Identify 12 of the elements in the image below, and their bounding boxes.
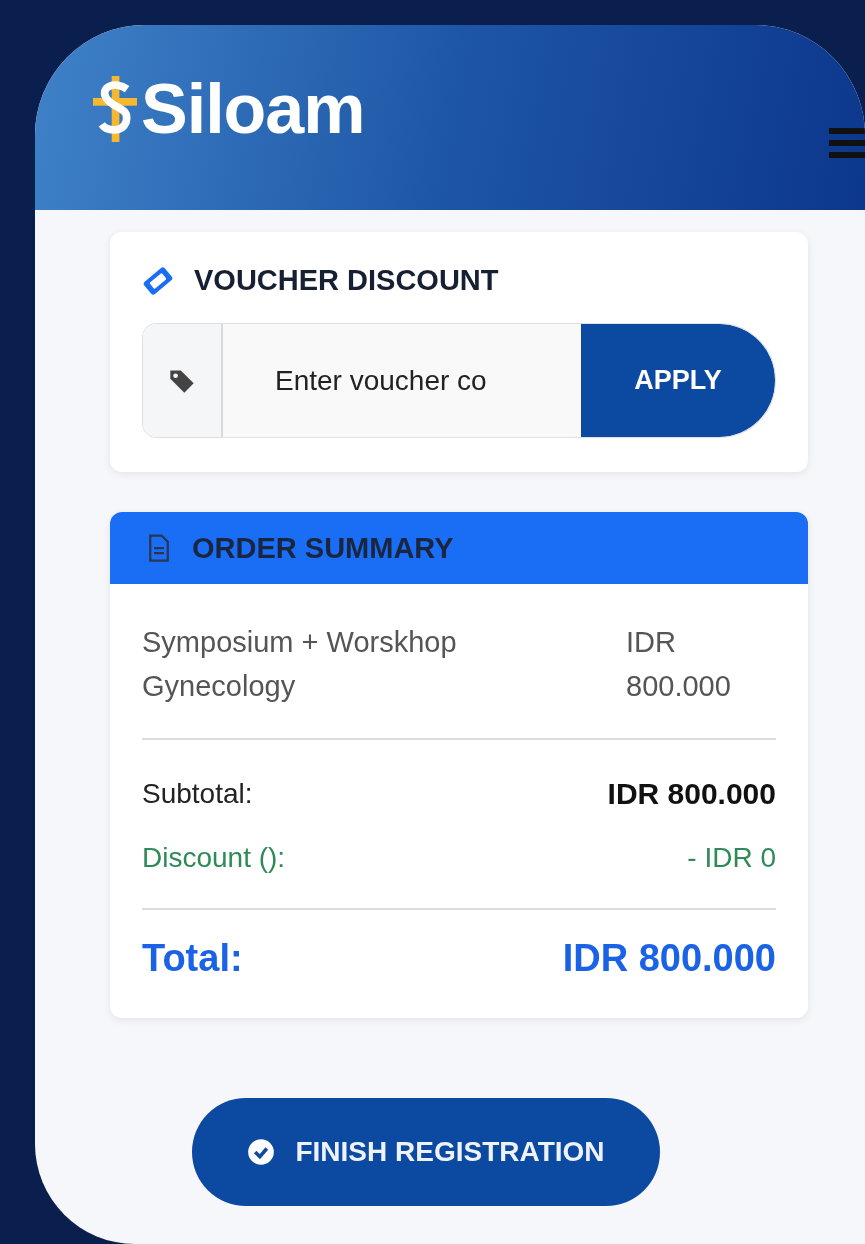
subtotal-value: IDR 800.000	[607, 776, 776, 812]
logo-text: Siloam	[141, 69, 365, 149]
total-value: IDR 800.000	[562, 938, 776, 978]
discount-label: Discount ():	[142, 841, 286, 875]
finish-registration-button[interactable]: FINISH REGISTRATION	[192, 1098, 660, 1206]
total-label: Total:	[142, 938, 243, 978]
item-name: Symposium + Worskhop Gynecology	[142, 625, 458, 704]
discount-value: - IDR 0	[687, 841, 776, 875]
subtotal-label: Subtotal:	[142, 777, 253, 811]
section-title: VOUCHER DISCOUNT	[194, 264, 499, 297]
section-title: ORDER SUMMARY	[192, 531, 454, 565]
item-price: IDR 800.000	[626, 625, 732, 704]
